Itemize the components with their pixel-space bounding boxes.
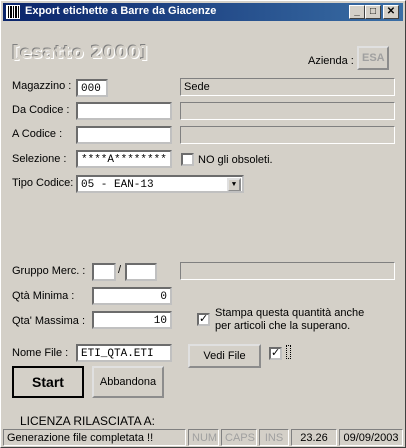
barcode-app-icon xyxy=(6,5,20,19)
qta-minima-input[interactable]: 0 xyxy=(92,287,172,305)
company-field: ESA xyxy=(357,46,389,70)
da-codice-description xyxy=(180,102,395,120)
no-obsoleti-checkbox[interactable] xyxy=(181,153,194,166)
focus-indicator xyxy=(286,345,291,359)
sottogruppo-input[interactable] xyxy=(125,263,157,281)
nome-file-label: Nome File : xyxy=(12,347,69,359)
gruppo-merc-label: Gruppo Merc. : xyxy=(12,265,86,277)
status-num: NUM xyxy=(188,429,219,446)
status-date: 09/09/2003 xyxy=(339,429,403,446)
tipo-codice-select[interactable]: 05 - EAN-13 ▼ xyxy=(76,175,244,193)
title-bar[interactable]: Export etichette a Barre da Giacenze _ □… xyxy=(3,3,403,21)
status-time: 23.26 xyxy=(291,429,337,446)
a-codice-description xyxy=(180,126,395,144)
close-button[interactable]: ✕ xyxy=(383,5,399,19)
tipo-codice-label: Tipo Codice: xyxy=(12,177,74,189)
vedi-file-checkbox[interactable]: ✓ xyxy=(269,347,282,360)
window-title: Export etichette a Barre da Giacenze xyxy=(25,5,217,17)
qta-minima-label: Qtà Minima : xyxy=(12,290,75,302)
qta-massima-label: Qta' Massima : xyxy=(12,315,86,327)
no-obsoleti-label: NO gli obsoleti. xyxy=(198,154,273,166)
a-codice-input[interactable] xyxy=(76,126,172,144)
magazzino-description: Sede xyxy=(180,78,395,96)
stampa-label: Stampa questa quantità anche per articol… xyxy=(215,307,365,332)
status-ins: INS xyxy=(259,429,289,446)
nome-file-input[interactable]: ETI_QTA.ETI xyxy=(76,344,172,362)
minimize-button[interactable]: _ xyxy=(349,5,365,19)
vedi-file-button[interactable]: Vedi File xyxy=(188,344,261,368)
da-codice-label: Da Codice : xyxy=(12,104,70,116)
export-window: Export etichette a Barre da Giacenze _ □… xyxy=(0,0,406,448)
status-message: Generazione file completata !! xyxy=(3,429,186,446)
magazzino-input[interactable]: 000 xyxy=(76,79,108,97)
esatto-logo: [esatto 2000] xyxy=(12,43,149,63)
a-codice-label: A Codice : xyxy=(12,128,63,140)
gruppo-input[interactable] xyxy=(92,263,116,281)
maximize-button[interactable]: □ xyxy=(365,5,381,19)
gruppo-description xyxy=(180,262,395,280)
magazzino-label: Magazzino : xyxy=(12,80,72,92)
chevron-down-icon[interactable]: ▼ xyxy=(227,178,241,191)
tipo-codice-value: 05 - EAN-13 xyxy=(81,179,154,191)
start-button[interactable]: Start xyxy=(12,366,84,398)
selezione-input[interactable]: ****A******** xyxy=(76,150,172,168)
selezione-label: Selezione : xyxy=(12,153,67,165)
company-label: Azienda : xyxy=(308,55,354,67)
stampa-checkbox[interactable]: ✓ xyxy=(197,313,210,326)
status-caps: CAPS xyxy=(221,429,257,446)
gruppo-separator: / xyxy=(118,264,122,276)
da-codice-input[interactable] xyxy=(76,102,172,120)
qta-massima-input[interactable]: 10 xyxy=(92,311,172,329)
license-label: LICENZA RILASCIATA A: xyxy=(20,414,155,428)
abbandona-button[interactable]: Abbandona xyxy=(92,366,164,398)
